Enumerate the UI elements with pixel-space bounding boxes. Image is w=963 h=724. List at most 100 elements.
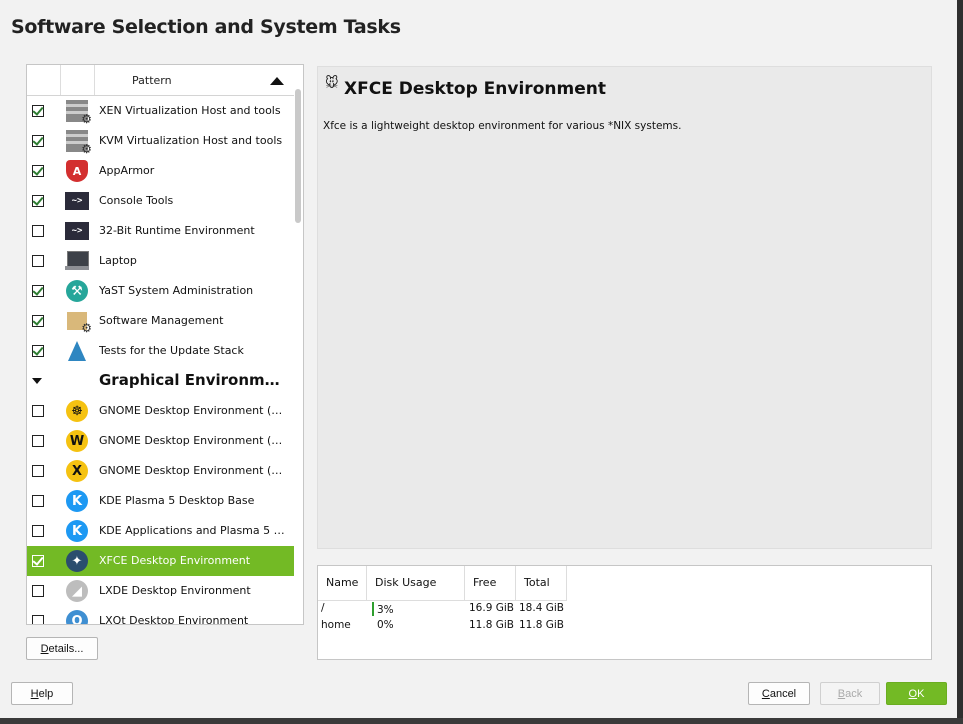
table-row[interactable]: home 0% 11.8 GiB 11.8 GiB xyxy=(318,619,567,632)
free-value: 16.9 GiB xyxy=(469,602,514,614)
xfce-icon: ✦ xyxy=(65,549,89,573)
back-button[interactable]: Back xyxy=(820,682,880,705)
server-gear-icon xyxy=(65,99,92,126)
pattern-checkbox[interactable] xyxy=(32,405,44,417)
scrollbar-thumb[interactable] xyxy=(295,89,301,223)
pattern-label: XEN Virtualization Host and tools xyxy=(99,104,281,117)
pattern-checkbox[interactable] xyxy=(32,555,44,567)
table-row[interactable]: ~> 32-Bit Runtime Environment xyxy=(27,216,294,246)
pattern-column-header[interactable]: Pattern xyxy=(132,74,172,87)
ok-button[interactable]: OK xyxy=(886,682,947,705)
page-title: Software Selection and System Tasks xyxy=(11,16,401,38)
pattern-table-header: Pattern xyxy=(27,65,294,96)
usage-bar xyxy=(372,602,374,616)
gnome-x11-icon: X xyxy=(65,459,89,483)
server-gear-icon xyxy=(65,129,92,156)
pattern-checkbox[interactable] xyxy=(32,495,44,507)
lxqt-icon: Q xyxy=(65,609,89,624)
pattern-label: LXQt Desktop Environment xyxy=(99,614,249,625)
back-button-label: Back xyxy=(837,687,863,700)
table-row[interactable]: ✦ XFCE Desktop Environment xyxy=(27,546,294,576)
pattern-checkbox[interactable] xyxy=(32,315,44,327)
disk-usage-header: Name Disk Usage Free Total xyxy=(318,566,567,601)
table-row[interactable]: K KDE Applications and Plasma 5 … xyxy=(27,516,294,546)
help-button-label: Help xyxy=(30,687,54,700)
window-bottom-edge xyxy=(0,718,963,724)
collapse-arrow-icon[interactable] xyxy=(32,378,42,384)
pattern-checkbox[interactable] xyxy=(32,285,44,297)
table-row[interactable]: A AppArmor xyxy=(27,156,294,186)
laptop-icon xyxy=(65,249,89,273)
description-panel: 🐭 XFCE Desktop Environment Xfce is a lig… xyxy=(317,66,932,549)
pattern-checkbox[interactable] xyxy=(32,525,44,537)
table-row[interactable]: ~> Console Tools xyxy=(27,186,294,216)
pattern-label: GNOME Desktop Environment (… xyxy=(99,434,283,447)
kde-icon: K xyxy=(65,519,89,543)
free-column-header[interactable]: Free xyxy=(465,566,516,600)
mount-name: / xyxy=(321,602,325,614)
pattern-label: Console Tools xyxy=(99,194,174,207)
name-column-header[interactable]: Name xyxy=(318,566,367,600)
help-button[interactable]: Help xyxy=(11,682,73,705)
pattern-scrollbar[interactable] xyxy=(294,65,303,624)
ok-button-label: OK xyxy=(908,687,925,700)
terminal-icon: ~> xyxy=(65,189,89,213)
usage-value: 0% xyxy=(377,619,394,631)
pattern-checkbox[interactable] xyxy=(32,585,44,597)
details-button[interactable]: Details... xyxy=(26,637,98,660)
table-row[interactable]: / 3% 16.9 GiB 18.4 GiB xyxy=(318,602,567,616)
checkbox-column-header[interactable] xyxy=(27,65,61,95)
details-button-label: Details... xyxy=(40,642,84,655)
pattern-label: GNOME Desktop Environment (… xyxy=(99,404,283,417)
table-row[interactable]: ⚒ YaST System Administration xyxy=(27,276,294,306)
pattern-checkbox[interactable] xyxy=(32,435,44,447)
total-column-header[interactable]: Total xyxy=(516,566,567,600)
table-row[interactable]: Software Management xyxy=(27,306,294,336)
kde-icon: K xyxy=(65,489,89,513)
flask-icon xyxy=(65,339,89,363)
pattern-checkbox[interactable] xyxy=(32,195,44,207)
table-row[interactable]: Tests for the Update Stack xyxy=(27,336,294,366)
description-text: Xfce is a lightweight desktop environmen… xyxy=(323,120,682,132)
table-row[interactable]: W GNOME Desktop Environment (… xyxy=(27,426,294,456)
pattern-list: XEN Virtualization Host and tools KVM Vir… xyxy=(27,96,294,625)
pattern-label: LXDE Desktop Environment xyxy=(99,584,251,597)
terminal-icon: ~> xyxy=(65,219,89,243)
table-row[interactable]: Laptop xyxy=(27,246,294,276)
pattern-checkbox[interactable] xyxy=(32,165,44,177)
icon-column-header[interactable] xyxy=(60,65,95,95)
pattern-checkbox[interactable] xyxy=(32,225,44,237)
pattern-table: Pattern XEN Virtualization Host and tool… xyxy=(26,64,304,625)
table-row[interactable]: XEN Virtualization Host and tools xyxy=(27,96,294,126)
cancel-button[interactable]: Cancel xyxy=(748,682,810,705)
mount-name: home xyxy=(321,619,351,631)
table-row[interactable]: KVM Virtualization Host and tools xyxy=(27,126,294,156)
table-row[interactable]: K KDE Plasma 5 Desktop Base xyxy=(27,486,294,516)
group-row[interactable]: Graphical Environments xyxy=(27,366,294,396)
pattern-checkbox[interactable] xyxy=(32,465,44,477)
table-row[interactable]: X GNOME Desktop Environment (… xyxy=(27,456,294,486)
pattern-label: AppArmor xyxy=(99,164,155,177)
pattern-label: Laptop xyxy=(99,254,137,267)
pattern-checkbox[interactable] xyxy=(32,345,44,357)
free-value: 11.8 GiB xyxy=(469,619,514,631)
table-row[interactable]: Q LXQt Desktop Environment xyxy=(27,606,294,625)
pattern-label: Software Management xyxy=(99,314,224,327)
xfce-mouse-icon: 🐭 xyxy=(325,76,339,91)
table-row[interactable]: ☸ GNOME Desktop Environment (… xyxy=(27,396,294,426)
sort-ascending-icon[interactable] xyxy=(270,77,284,85)
description-title: XFCE Desktop Environment xyxy=(344,79,606,99)
pattern-label: XFCE Desktop Environment xyxy=(99,554,251,567)
pattern-checkbox[interactable] xyxy=(32,615,44,624)
cancel-button-label: Cancel xyxy=(761,687,797,700)
window-edge xyxy=(957,0,963,724)
pattern-checkbox[interactable] xyxy=(32,135,44,147)
pattern-label: GNOME Desktop Environment (… xyxy=(99,464,283,477)
disk-usage-table: Name Disk Usage Free Total / 3% 16.9 GiB… xyxy=(317,565,932,660)
disk-usage-column-header[interactable]: Disk Usage xyxy=(367,566,465,600)
gnome-wayland-icon: W xyxy=(65,429,89,453)
pattern-checkbox[interactable] xyxy=(32,255,44,267)
total-value: 18.4 GiB xyxy=(519,602,564,614)
pattern-checkbox[interactable] xyxy=(32,105,44,117)
table-row[interactable]: ◢ LXDE Desktop Environment xyxy=(27,576,294,606)
